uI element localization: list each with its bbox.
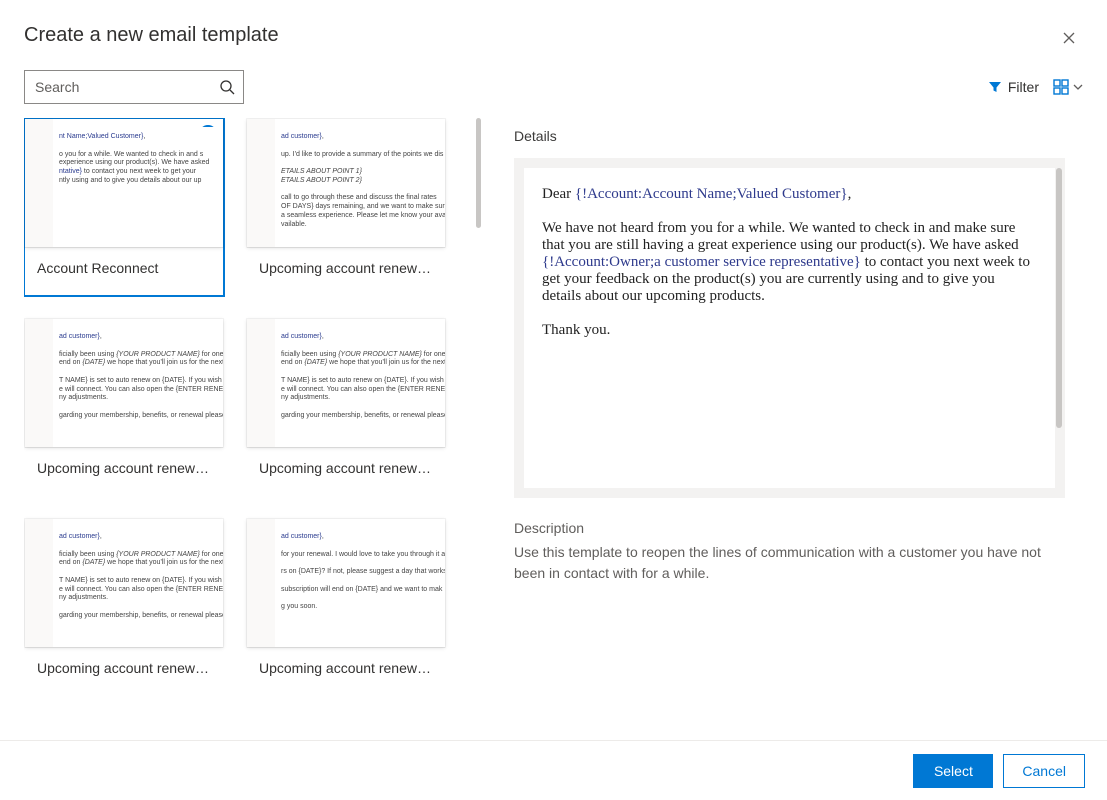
template-thumbnail: ✓ ad customer}, up. I'd like to provide …	[247, 119, 445, 247]
gallery-scrollbar[interactable]	[476, 118, 484, 758]
close-icon	[1063, 32, 1075, 44]
dialog-footer: Select Cancel	[0, 740, 1107, 800]
template-card[interactable]: ✓ ad customer}, ficially been using {YOU…	[24, 318, 224, 496]
search-box[interactable]	[24, 70, 244, 104]
dialog-body: ✓ nt Name;Valued Customer}, o you for a …	[24, 118, 1083, 800]
template-gallery-pane: ✓ nt Name;Valued Customer}, o you for a …	[24, 118, 484, 800]
select-button[interactable]: Select	[913, 754, 993, 788]
filter-button[interactable]: Filter	[988, 79, 1039, 95]
close-button[interactable]	[1055, 24, 1083, 52]
template-thumbnail: ✓ ad customer}, ficially been using {YOU…	[247, 319, 445, 447]
template-thumbnail: ✓ ad customer}, for your renewal. I woul…	[247, 519, 445, 647]
template-label: Account Reconnect	[25, 247, 223, 295]
template-label: Upcoming account renewa...	[247, 447, 445, 495]
preview-text: Dear	[542, 186, 575, 202]
chevron-down-icon	[1073, 82, 1083, 92]
scrollbar-thumb[interactable]	[476, 118, 481, 228]
description-text: Use this template to reopen the lines of…	[514, 542, 1065, 584]
toolbar: Filter	[24, 70, 1083, 104]
filter-icon	[988, 80, 1002, 94]
template-label: Upcoming account renewa...	[25, 647, 223, 695]
cancel-button[interactable]: Cancel	[1003, 754, 1085, 788]
dialog-header: Create a new email template	[24, 24, 1083, 52]
filter-label: Filter	[1008, 79, 1039, 95]
template-card[interactable]: ✓ nt Name;Valued Customer}, o you for a …	[24, 118, 224, 296]
template-preview: Dear {!Account:Account Name;Valued Custo…	[514, 158, 1065, 498]
description-label: Description	[514, 520, 1065, 536]
preview-scrollbar[interactable]	[1056, 168, 1062, 488]
scrollbar-thumb[interactable]	[1056, 168, 1062, 428]
preview-text: ,	[848, 186, 852, 202]
template-card[interactable]: ✓ ad customer}, up. I'd like to provide …	[246, 118, 446, 296]
grid-icon	[1053, 79, 1069, 95]
template-card[interactable]: ✓ ad customer}, ficially been using {YOU…	[24, 518, 224, 696]
template-thumbnail: ✓ ad customer}, ficially been using {YOU…	[25, 519, 223, 647]
template-card[interactable]: ✓ ad customer}, for your renewal. I woul…	[246, 518, 446, 696]
search-input[interactable]	[35, 79, 219, 95]
template-label: Upcoming account renewa...	[247, 247, 445, 295]
search-icon	[219, 79, 235, 95]
dialog-title: Create a new email template	[24, 24, 279, 47]
merge-field-account-name: {!Account:Account Name;Valued Customer}	[575, 186, 848, 202]
template-label: Upcoming account renewa...	[25, 447, 223, 495]
preview-text: Thank you.	[542, 322, 1037, 339]
preview-content: Dear {!Account:Account Name;Valued Custo…	[524, 168, 1055, 488]
template-card[interactable]: ✓ ad customer}, ficially been using {YOU…	[246, 318, 446, 496]
template-gallery: ✓ nt Name;Valued Customer}, o you for a …	[24, 118, 466, 728]
details-pane: Details Dear {!Account:Account Name;Valu…	[484, 118, 1083, 800]
toolbar-right: Filter	[988, 79, 1083, 95]
details-heading: Details	[514, 128, 1065, 144]
preview-text: We have not heard from you for a while. …	[542, 220, 1019, 253]
view-toggle[interactable]	[1053, 79, 1083, 95]
email-template-dialog: Create a new email template Filter	[0, 0, 1107, 800]
template-thumbnail: ✓ ad customer}, ficially been using {YOU…	[25, 319, 223, 447]
template-thumbnail: ✓ nt Name;Valued Customer}, o you for a …	[25, 119, 223, 247]
template-label: Upcoming account renewa...	[247, 647, 445, 695]
merge-field-owner: {!Account:Owner;a customer service repre…	[542, 254, 861, 270]
